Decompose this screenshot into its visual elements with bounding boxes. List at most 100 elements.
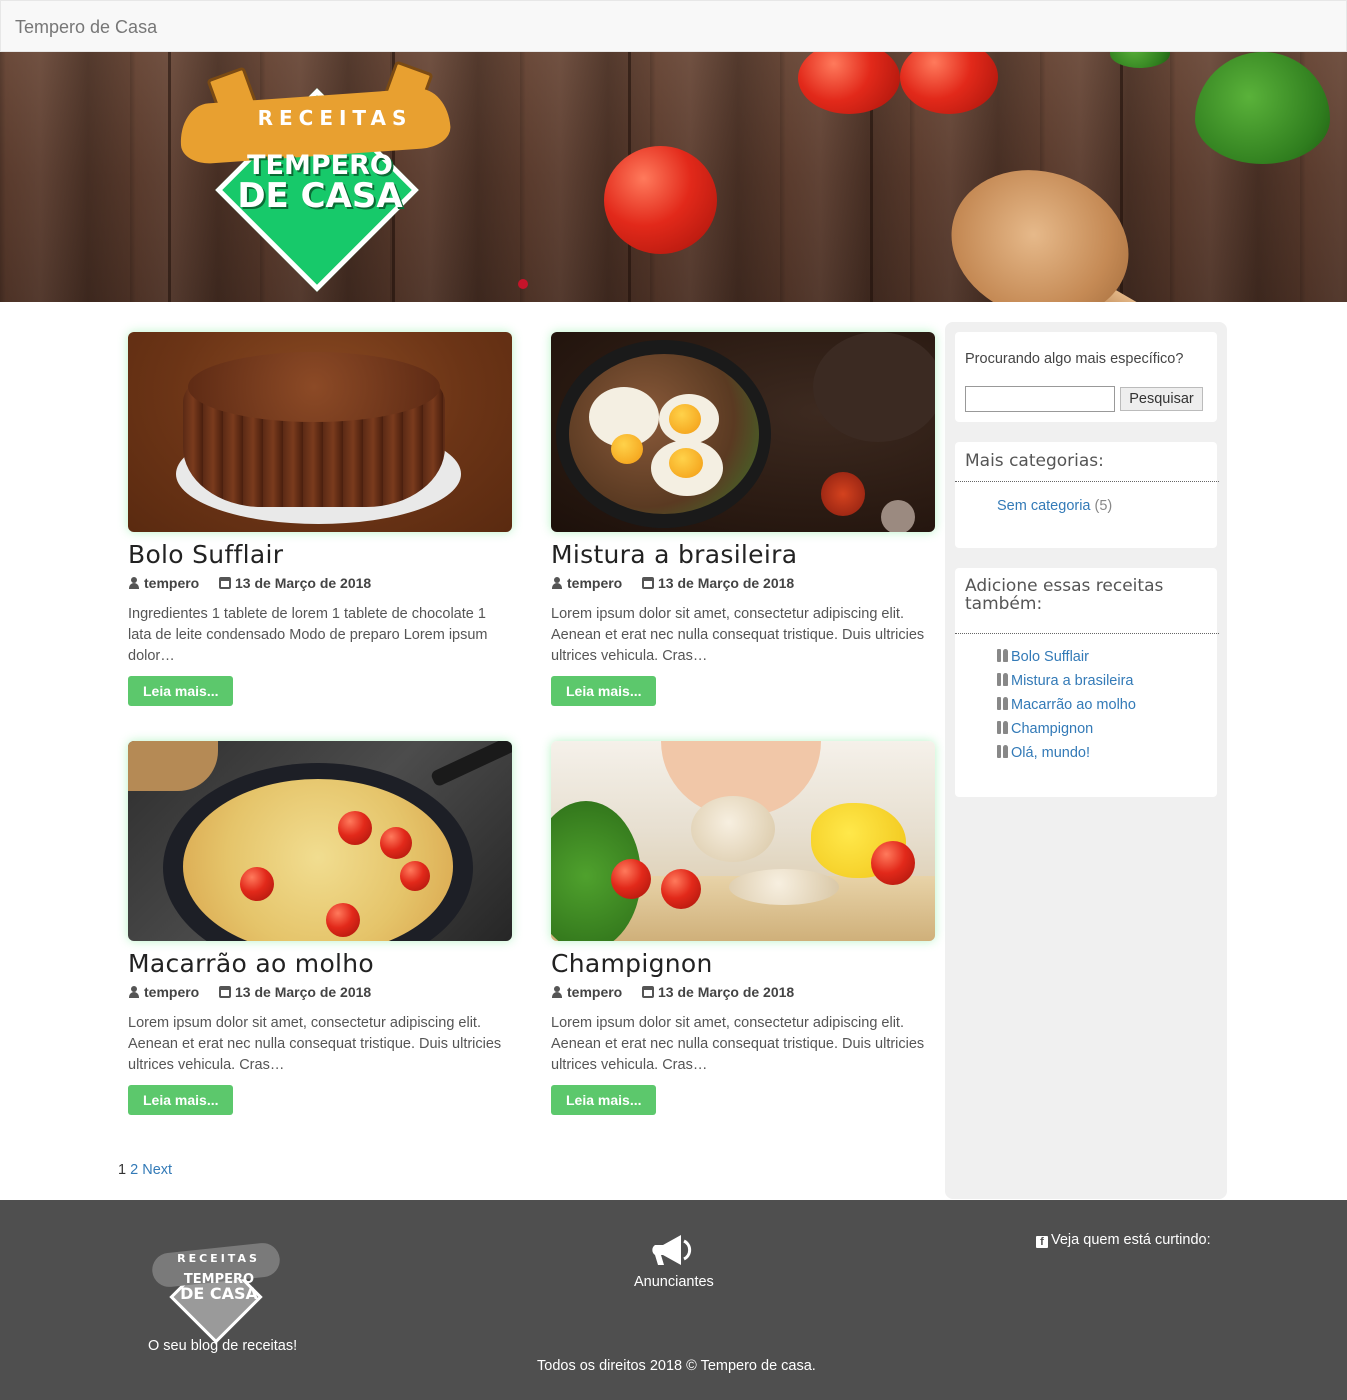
recipes-widget: Adicione essas receitas também: Bolo Suf… — [955, 568, 1219, 797]
wood-plank-line — [168, 52, 171, 302]
post-meta: tempero 13 de Março de 2018 — [551, 575, 794, 591]
cake-top-image — [188, 352, 440, 422]
calendar-icon — [219, 577, 232, 589]
tomato-image — [604, 146, 717, 254]
advertisers-link[interactable]: Anunciantes — [634, 1274, 714, 1290]
recipe-link[interactable]: Mistura a brasileira — [1011, 673, 1134, 689]
recipe-link-item[interactable]: Macarrão ao molho — [996, 697, 1136, 721]
post-excerpt: Lorem ipsum dolor sit amet, consectetur … — [551, 606, 925, 664]
post-excerpt: Ingredientes 1 tablete de lorem 1 tablet… — [128, 606, 488, 664]
categories-widget: Mais categorias: Sem categoria (5) — [955, 442, 1219, 548]
user-icon — [128, 986, 140, 998]
read-more-button[interactable]: Leia mais... — [551, 676, 657, 706]
recipes-title: Adicione essas receitas também: — [965, 576, 1164, 614]
berry-image — [518, 279, 528, 289]
calendar-icon — [642, 986, 655, 998]
post-title[interactable]: Bolo Sufflair — [128, 540, 283, 569]
fork-knife-icon — [996, 673, 1009, 686]
page-2-link[interactable]: 2 — [130, 1162, 138, 1178]
post-card: Macarrão ao molho tempero 13 de Março de… — [128, 741, 512, 1121]
tomato-image — [240, 867, 274, 901]
recipe-link-item[interactable]: Bolo Sufflair — [996, 649, 1136, 673]
post-thumbnail[interactable] — [128, 741, 512, 941]
category-item: Sem categoria (5) — [997, 498, 1112, 514]
tomato-image — [871, 841, 915, 885]
search-button[interactable]: Pesquisar — [1120, 387, 1203, 411]
recipe-link-item[interactable]: Olá, mundo! — [996, 745, 1136, 769]
next-page-link[interactable]: Next — [142, 1162, 172, 1178]
calendar-icon — [219, 986, 232, 998]
post-thumbnail[interactable] — [128, 332, 512, 532]
post-meta: tempero 13 de Março de 2018 — [128, 575, 371, 591]
footer-logo[interactable]: RECEITAS TEMPERO DE CASA — [148, 1226, 282, 1344]
post-card: Champignon tempero 13 de Março de 2018 L… — [551, 741, 935, 1121]
categories-title: Mais categorias: — [965, 451, 1104, 471]
post-author: tempero — [567, 984, 623, 1000]
divider — [955, 481, 1219, 482]
sidebar: Procurando algo mais específico? Pesquis… — [945, 322, 1227, 1199]
footer: RECEITAS TEMPERO DE CASA O seu blog de r… — [0, 1200, 1347, 1400]
pagination: 1 2 Next — [118, 1162, 172, 1178]
recipe-link[interactable]: Macarrão ao molho — [1011, 697, 1136, 713]
post-card: Bolo Sufflair tempero 13 de Março de 201… — [128, 332, 512, 712]
megaphone-icon[interactable] — [651, 1232, 695, 1268]
user-icon — [551, 986, 563, 998]
pan-handle-image — [429, 741, 512, 788]
post-author: tempero — [567, 575, 623, 591]
tomato-image — [338, 811, 372, 845]
hero-banner — [0, 52, 1347, 302]
post-excerpt: Lorem ipsum dolor sit amet, consectetur … — [551, 1015, 925, 1073]
post-thumbnail[interactable] — [551, 741, 935, 941]
category-link[interactable]: Sem categoria — [997, 498, 1091, 514]
footer-tagline: O seu blog de receitas! — [148, 1338, 298, 1354]
read-more-button[interactable]: Leia mais... — [551, 1085, 657, 1115]
user-icon — [551, 577, 563, 589]
post-title[interactable]: Macarrão ao molho — [128, 949, 374, 978]
fork-knife-icon — [996, 745, 1009, 758]
search-input[interactable] — [965, 386, 1115, 412]
divider — [955, 633, 1219, 634]
read-more-button[interactable]: Leia mais... — [128, 676, 234, 706]
fork-knife-icon — [996, 649, 1009, 662]
post-thumbnail[interactable] — [551, 332, 935, 532]
yolk-image — [669, 404, 701, 434]
post-card: Mistura a brasileira tempero 13 de Março… — [551, 332, 935, 712]
fork-knife-icon — [996, 721, 1009, 734]
tomato-image — [400, 861, 430, 891]
wooden-spoon-image — [932, 147, 1148, 302]
post-date: 13 de Março de 2018 — [235, 984, 372, 1000]
recipe-link-item[interactable]: Mistura a brasileira — [996, 673, 1136, 697]
post-meta: tempero 13 de Março de 2018 — [128, 984, 371, 1000]
facebook-section: f Veja quem está curtindo: — [1036, 1232, 1211, 1248]
post-date: 13 de Março de 2018 — [658, 984, 795, 1000]
yolk-image — [669, 448, 703, 478]
footer-logo-text-tempero: TEMPERO DE CASA — [176, 1273, 262, 1302]
facebook-icon[interactable]: f — [1036, 1236, 1048, 1248]
fork-knife-icon — [996, 697, 1009, 710]
search-widget: Procurando algo mais específico? Pesquis… — [955, 332, 1217, 422]
brand-link[interactable]: Tempero de Casa — [15, 17, 157, 38]
recipe-link[interactable]: Bolo Sufflair — [1011, 649, 1089, 665]
read-more-button[interactable]: Leia mais... — [128, 1085, 234, 1115]
pasta-image — [183, 779, 453, 941]
recipe-link-item[interactable]: Champignon — [996, 721, 1136, 745]
tomato-image — [380, 827, 412, 859]
page-current: 1 — [118, 1162, 127, 1178]
logo-line-tempero: TEMPERO — [247, 150, 393, 181]
post-author: tempero — [144, 575, 200, 591]
bread-image — [128, 741, 218, 791]
tomato-image — [661, 869, 701, 909]
post-title[interactable]: Mistura a brasileira — [551, 540, 797, 569]
bowl-image — [813, 332, 935, 442]
post-title[interactable]: Champignon — [551, 949, 713, 978]
facebook-label: Veja quem está curtindo: — [1051, 1232, 1211, 1248]
calendar-icon — [642, 577, 655, 589]
copyright: Todos os direitos 2018 © Tempero de casa… — [537, 1358, 816, 1374]
post-date: 13 de Março de 2018 — [658, 575, 795, 591]
post-excerpt: Lorem ipsum dolor sit amet, consectetur … — [128, 1015, 502, 1073]
recipe-link[interactable]: Olá, mundo! — [1011, 745, 1090, 761]
tomato-image — [326, 903, 360, 937]
recipe-link[interactable]: Champignon — [1011, 721, 1093, 737]
category-count: (5) — [1094, 498, 1113, 514]
sauce-image — [821, 472, 865, 516]
